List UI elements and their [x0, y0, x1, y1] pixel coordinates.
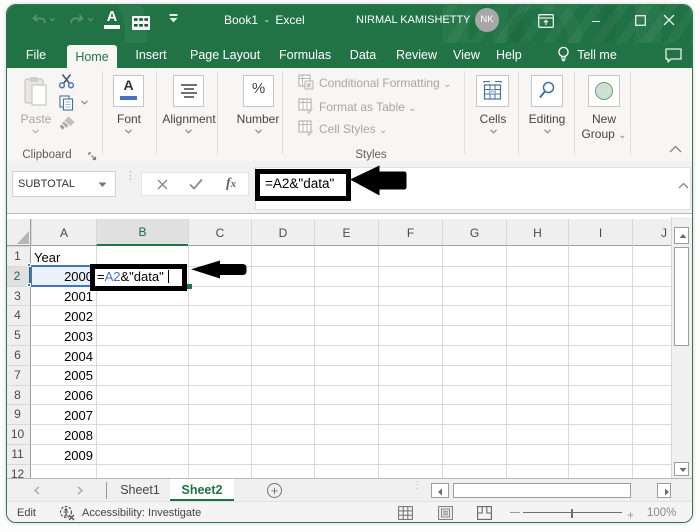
svg-text:≠: ≠: [307, 83, 311, 90]
